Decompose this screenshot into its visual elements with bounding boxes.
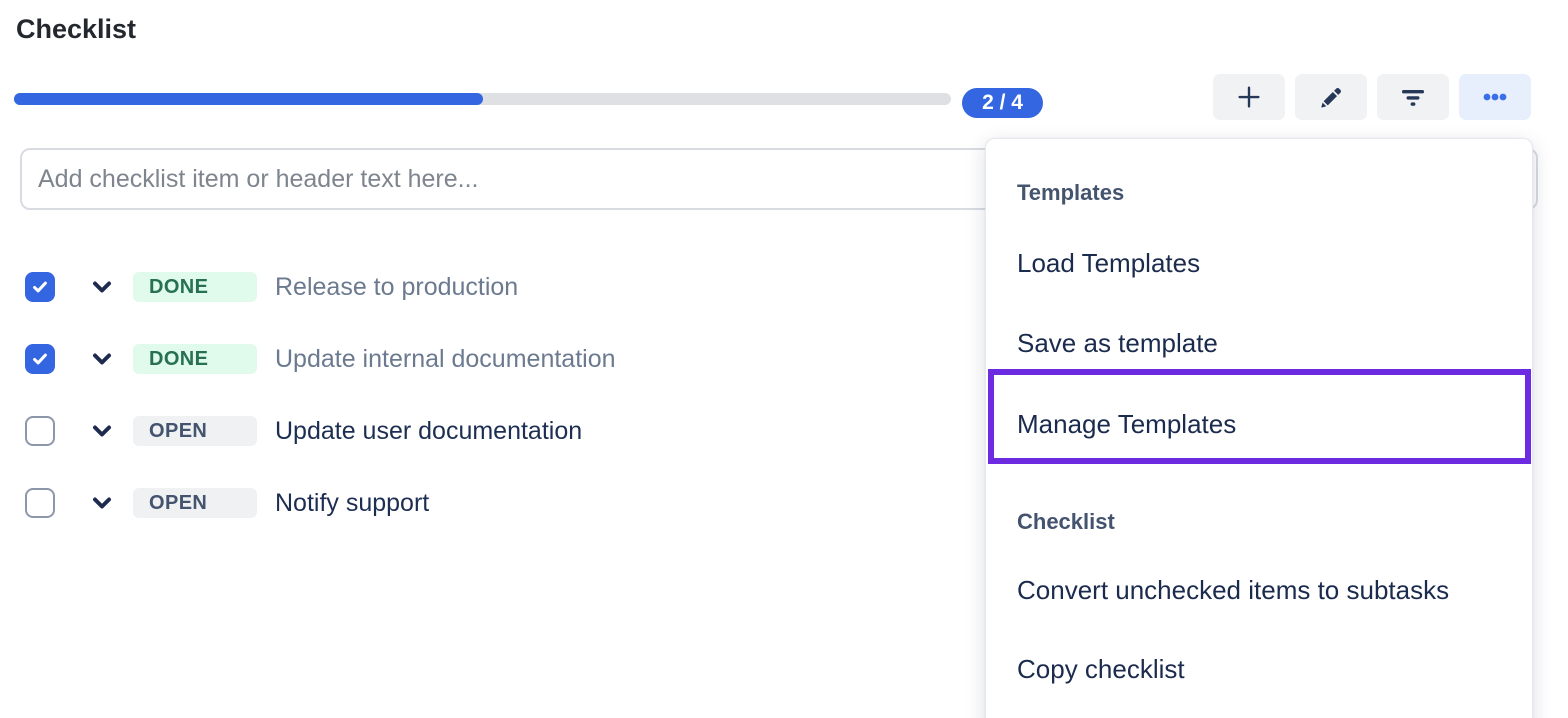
more-actions-button[interactable]	[1459, 74, 1531, 120]
menu-section-header-checklist: Checklist	[986, 498, 1532, 546]
status-badge[interactable]: OPEN	[133, 416, 257, 446]
checklist-row: OPEN Notify support	[0, 467, 960, 539]
progress-fill	[14, 93, 483, 105]
check-icon	[30, 349, 50, 369]
checklist-toolbar	[1213, 74, 1531, 120]
status-badge[interactable]: DONE	[133, 272, 257, 302]
checklist-row: OPEN Update user documentation	[0, 395, 960, 467]
chevron-down-icon[interactable]	[92, 352, 112, 366]
add-item-button[interactable]	[1213, 74, 1285, 120]
filter-icon	[1399, 83, 1427, 111]
item-label[interactable]: Update internal documentation	[275, 345, 616, 374]
item-checkbox[interactable]	[25, 416, 55, 446]
chevron-down-icon[interactable]	[92, 496, 112, 510]
status-badge[interactable]: DONE	[133, 344, 257, 374]
edit-checklist-button[interactable]	[1295, 74, 1367, 120]
progress-count-badge: 2 / 4	[962, 88, 1043, 118]
filter-button[interactable]	[1377, 74, 1449, 120]
menu-section-header-templates: Templates	[986, 169, 1532, 217]
pencil-icon	[1318, 84, 1345, 111]
item-checkbox[interactable]	[25, 272, 55, 302]
item-checkbox[interactable]	[25, 488, 55, 518]
checklist-items: DONE Release to production DONE Update i…	[0, 251, 960, 539]
menu-item-copy-checklist[interactable]: Copy checklist	[986, 629, 1532, 709]
status-badge[interactable]: OPEN	[133, 488, 257, 518]
plus-icon	[1234, 82, 1264, 112]
item-label[interactable]: Release to production	[275, 273, 518, 302]
menu-item-manage-templates[interactable]: Manage Templates	[986, 384, 1532, 464]
menu-item-save-as-template[interactable]: Save as template	[986, 303, 1532, 383]
checklist-row: DONE Update internal documentation	[0, 323, 960, 395]
chevron-down-icon[interactable]	[92, 280, 112, 294]
check-icon	[30, 277, 50, 297]
checklist-row: DONE Release to production	[0, 251, 960, 323]
item-label[interactable]: Notify support	[275, 489, 429, 518]
item-checkbox[interactable]	[25, 344, 55, 374]
chevron-down-icon[interactable]	[92, 424, 112, 438]
menu-item-load-templates[interactable]: Load Templates	[986, 223, 1532, 303]
more-actions-menu: Templates Load Templates Save as templat…	[985, 138, 1533, 718]
ellipsis-icon	[1480, 85, 1510, 109]
page-title: Checklist	[16, 14, 136, 45]
progress-bar	[14, 93, 951, 105]
checklist-panel: Checklist 2 / 4	[0, 0, 1568, 718]
item-label[interactable]: Update user documentation	[275, 417, 582, 446]
menu-item-convert-unchecked[interactable]: Convert unchecked items to subtasks	[986, 550, 1532, 630]
